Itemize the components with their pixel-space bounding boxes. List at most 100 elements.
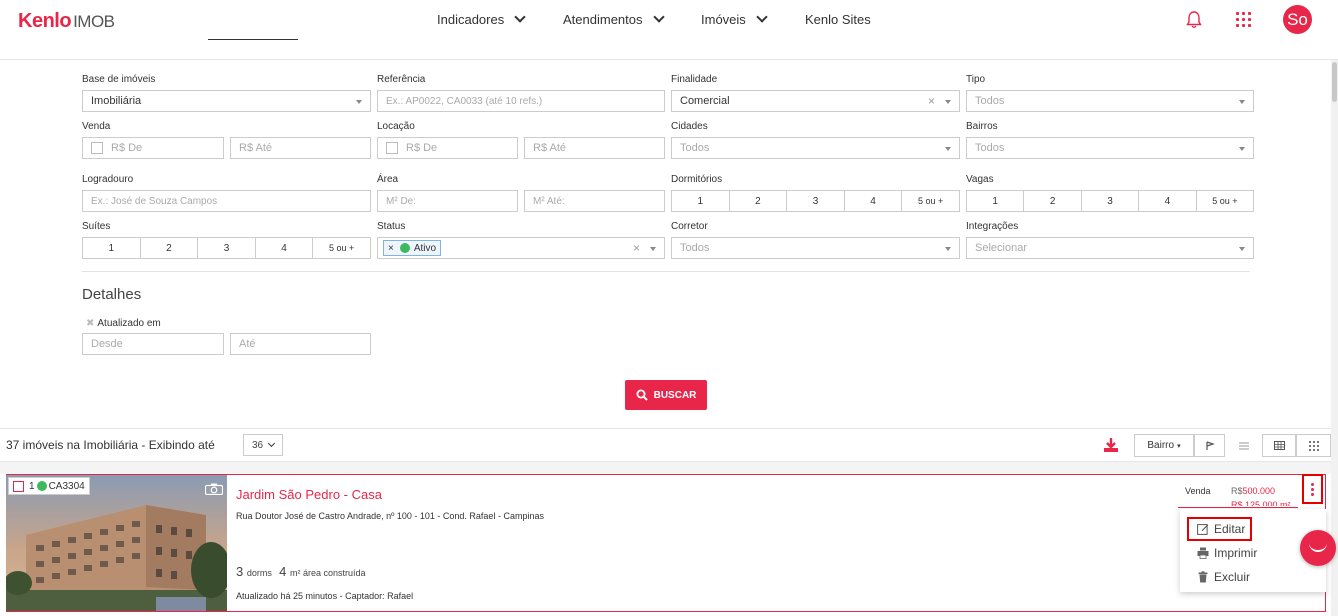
venda-label: Venda xyxy=(82,121,111,132)
dormitorios-option-1[interactable]: 1 xyxy=(672,191,730,211)
clear-icon[interactable]: × xyxy=(633,241,640,255)
dormitorios-option-4[interactable]: 4 xyxy=(845,191,903,211)
remove-filter-icon[interactable]: ✖ xyxy=(86,318,94,329)
list-view-button[interactable] xyxy=(1228,434,1259,457)
vagas-option-4[interactable]: 4 xyxy=(1139,191,1197,211)
bell-icon[interactable] xyxy=(1186,11,1202,29)
dormitorios-option-3[interactable]: 3 xyxy=(787,191,845,211)
suites-option-4[interactable]: 4 xyxy=(256,238,314,258)
area-label: Área xyxy=(377,174,399,185)
venda-ate-input[interactable]: R$ Até xyxy=(230,137,371,159)
dormitorios-option-2[interactable]: 2 xyxy=(730,191,788,211)
logo-kenlo-text: Kenlo xyxy=(18,10,72,32)
tipo-placeholder: Todos xyxy=(975,95,1005,107)
suites-option-2[interactable]: 2 xyxy=(141,238,199,258)
base-select[interactable]: Imobiliária xyxy=(82,90,371,112)
remove-tag-icon[interactable]: × xyxy=(388,243,394,254)
top-navbar xyxy=(0,0,1338,60)
tipo-label: Tipo xyxy=(966,74,986,85)
clear-icon[interactable]: × xyxy=(928,94,935,108)
flag-view-button[interactable] xyxy=(1194,434,1225,457)
locacao-ate-input[interactable]: R$ Até xyxy=(524,137,665,159)
suites-option-1[interactable]: 1 xyxy=(83,238,141,258)
chevron-down-icon xyxy=(756,11,768,23)
section-divider xyxy=(82,271,1250,272)
menu-item-label: Excluir xyxy=(1214,570,1251,584)
vagas-option-5plus[interactable]: 5 ou + xyxy=(1197,191,1253,211)
vagas-option-1[interactable]: 1 xyxy=(967,191,1025,211)
nav-imoveis[interactable]: Imóveis xyxy=(701,11,768,27)
property-title[interactable]: Jardim São Pedro - Casa xyxy=(236,487,382,502)
list-icon xyxy=(1238,442,1249,449)
price-value: 500.000 xyxy=(1242,486,1276,496)
status-multiselect[interactable]: × Ativo × xyxy=(377,237,665,259)
suites-option-5plus[interactable]: 5 ou + xyxy=(313,238,370,258)
per-page-select[interactable]: 36 xyxy=(243,434,283,456)
chevron-down-icon xyxy=(652,11,665,23)
property-photo[interactable] xyxy=(6,475,227,611)
menu-item-label: Imprimir xyxy=(1214,546,1258,560)
apps-grid-icon[interactable] xyxy=(1236,12,1251,27)
nav-label: Imóveis xyxy=(701,12,746,27)
menu-item-excluir[interactable]: Excluir xyxy=(1197,570,1250,584)
nav-label: Atendimentos xyxy=(563,12,643,27)
tipo-select[interactable]: Todos xyxy=(966,90,1254,112)
nav-kenlo-sites[interactable]: Kenlo Sites xyxy=(805,12,871,27)
integracoes-select[interactable]: Selecionar xyxy=(966,237,1254,259)
bairros-placeholder: Todos xyxy=(975,142,1005,154)
nav-indicadores[interactable]: Indicadores xyxy=(437,11,526,27)
table-view-button[interactable] xyxy=(1262,434,1296,457)
suites-option-3[interactable]: 3 xyxy=(198,238,256,258)
kenlo-logo[interactable]: Kenlo IMOB xyxy=(18,10,115,33)
logo-imob-text: IMOB xyxy=(73,12,115,31)
nav-atendimentos[interactable]: Atendimentos xyxy=(563,11,665,27)
venda-de-input[interactable]: R$ De xyxy=(82,137,224,159)
area-ate-input[interactable]: M² Até: xyxy=(524,190,665,212)
vagas-option-3[interactable]: 3 xyxy=(1082,191,1140,211)
venda-checkbox[interactable] xyxy=(91,142,103,154)
finalidade-select[interactable]: Comercial × xyxy=(671,90,960,112)
scrollbar-thumb[interactable] xyxy=(1332,62,1337,102)
vagas-option-2[interactable]: 2 xyxy=(1024,191,1082,211)
more-options-button[interactable] xyxy=(1302,474,1323,504)
finalidade-value: Comercial xyxy=(680,95,730,107)
sort-select[interactable]: Bairro ▾ xyxy=(1134,434,1194,457)
property-badge: 1 CA3304 xyxy=(8,477,90,495)
status-dot-icon xyxy=(399,243,410,253)
status-label: Status xyxy=(377,221,406,232)
user-avatar[interactable]: So xyxy=(1283,5,1312,34)
cidades-label: Cidades xyxy=(671,121,708,132)
caret-down-icon xyxy=(1239,100,1245,104)
cidades-placeholder: Todos xyxy=(680,142,710,154)
logradouro-input[interactable]: Ex.: José de Souza Campos xyxy=(82,190,371,212)
scrollbar-track[interactable] xyxy=(1331,60,1338,616)
price-type: Venda xyxy=(1185,486,1211,496)
chat-widget-button[interactable] xyxy=(1300,530,1336,566)
bairros-select[interactable]: Todos xyxy=(966,137,1254,159)
locacao-de-input[interactable]: R$ De xyxy=(377,137,518,159)
vagas-selector: 1 2 3 4 5 ou + xyxy=(966,190,1254,212)
download-icon[interactable] xyxy=(1103,437,1119,453)
corretor-select[interactable]: Todos xyxy=(671,237,960,259)
dormitorios-option-5plus[interactable]: 5 ou + xyxy=(902,191,959,211)
cidades-select[interactable]: Todos xyxy=(671,137,960,159)
nav-label: Indicadores xyxy=(437,12,505,27)
status-tag-ativo: × Ativo xyxy=(383,240,442,256)
locacao-checkbox[interactable] xyxy=(386,142,398,154)
grid-view-button[interactable] xyxy=(1296,434,1331,457)
chevron-down-icon xyxy=(514,11,526,23)
area-de-input[interactable]: M² De: xyxy=(377,190,518,212)
referencia-input[interactable]: Ex.: AP0022, CA0033 (até 10 refs.) xyxy=(377,90,665,112)
caret-down-icon xyxy=(945,247,951,251)
menu-item-editar[interactable]: Editar xyxy=(1187,517,1252,541)
menu-item-imprimir[interactable]: Imprimir xyxy=(1197,546,1257,560)
property-code: CA3304 xyxy=(48,480,85,492)
atualizado-desde-input[interactable]: Desde xyxy=(82,333,224,355)
select-property-checkbox[interactable] xyxy=(13,480,24,492)
locacao-de-placeholder: R$ De xyxy=(406,142,438,154)
camera-icon[interactable] xyxy=(205,483,223,495)
venda-de-placeholder: R$ De xyxy=(111,142,143,154)
caret-down-icon xyxy=(650,247,656,251)
atualizado-ate-input[interactable]: Até xyxy=(230,333,371,355)
buscar-button[interactable]: BUSCAR xyxy=(625,380,707,410)
